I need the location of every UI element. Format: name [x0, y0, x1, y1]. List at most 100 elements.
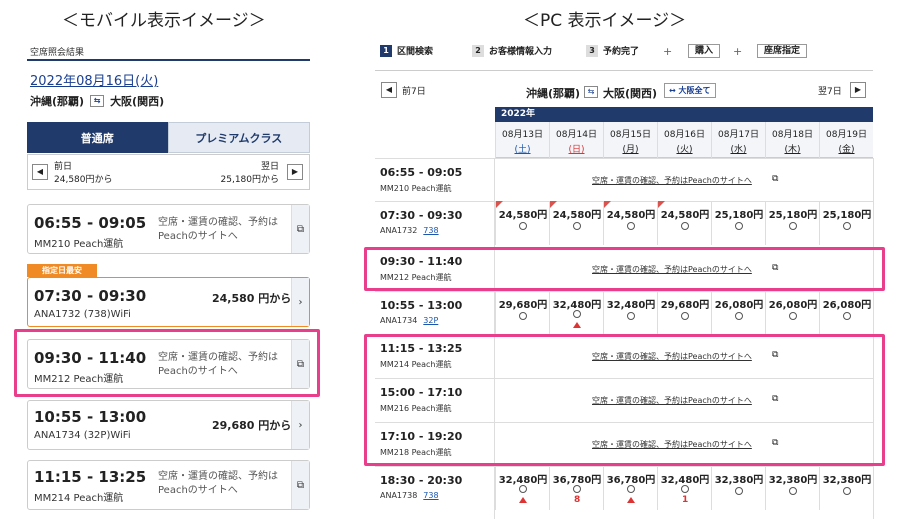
flight-code: ANA1738 [380, 491, 418, 500]
date-column-header[interactable]: 08月13日 (土) [495, 122, 549, 158]
date-column-header[interactable]: 08月17日 (水) [711, 122, 765, 158]
all-osaka-button[interactable]: ↔ 大阪全て [664, 83, 716, 98]
weekday-label: (金) [838, 145, 855, 155]
selected-date-link[interactable]: 2022年08月16日(火) [30, 70, 158, 89]
prev-day-label: 前日 [54, 162, 73, 172]
date-column-header[interactable]: 08月18日 (木) [765, 122, 819, 158]
fare-price: 24,580円 [660, 210, 710, 221]
flight-number: ANA1734 (32P)WiFi [34, 430, 131, 441]
few-seats-icon [627, 497, 635, 503]
flight-card[interactable]: 11:15 - 13:25 MM214 Peach運航 空席・運賃の確認、予約は… [27, 460, 310, 510]
fare-cell[interactable]: 36,780円 8 [549, 466, 603, 510]
highlight-box [364, 247, 885, 291]
step-1: 1 区間検索 [380, 44, 433, 57]
flight-card[interactable]: 07:30 - 09:30 ANA1732 (738)WiFi 24,580 円… [27, 277, 310, 327]
swap-icon[interactable]: ⇆ [584, 86, 598, 98]
year-header: 2022年 [495, 107, 873, 122]
fare-cell[interactable]: 32,480円 [549, 291, 603, 335]
destination: 大阪(関西) [110, 95, 165, 108]
purchase-button[interactable]: 購入 [688, 44, 721, 58]
fare-cell[interactable]: 32,480円 1 [657, 466, 711, 510]
next-7-button[interactable]: ▶ [850, 82, 866, 98]
flight-number: MM210 Peach運航 [34, 239, 124, 250]
weekday-label: (月) [622, 145, 639, 155]
flight-code: ANA1732 [380, 226, 418, 235]
divider [375, 70, 873, 71]
prev-7-button[interactable]: ◀ [381, 82, 397, 98]
flight-card[interactable]: 10:55 - 13:00 ANA1734 (32P)WiFi 29,680 円… [27, 400, 310, 450]
lowest-fare-badge: 指定日最安 [27, 264, 97, 277]
highlight-box [364, 334, 885, 466]
day-nav: ◀ 前日 24,580円から 翌日 25,180円から ▶ [27, 154, 310, 190]
title-divider [27, 59, 310, 61]
fare-cell[interactable]: 24,580円 [549, 201, 603, 245]
swap-icon[interactable]: ⇆ [90, 95, 105, 107]
fare-cell[interactable]: 32,480円 [603, 291, 657, 335]
date-column-header[interactable]: 08月16日 (火) [657, 122, 711, 158]
step-2: 2 お客様情報入力 [472, 44, 552, 57]
discount-flag-icon [658, 201, 665, 208]
fare-cell[interactable]: 29,680円 [495, 291, 549, 335]
fare-cell[interactable]: 25,180円 [819, 201, 873, 245]
flight-card[interactable]: 06:55 - 09:05 MM210 Peach運航 空席・運賃の確認、予約は… [27, 204, 310, 254]
flight-number: ANA1732 (738)WiFi [34, 309, 131, 320]
fare-cell[interactable]: 29,680円 [657, 291, 711, 335]
plus-icon: + [733, 45, 743, 58]
fare-cell[interactable]: 25,180円 [711, 201, 765, 245]
aircraft-link[interactable]: 738 [423, 226, 438, 235]
fare-price: 26,080円 [768, 300, 818, 311]
fare-cell[interactable]: 32,380円 [711, 466, 765, 510]
chevron-right-icon[interactable]: › [291, 401, 309, 449]
tab-premium[interactable]: プレミアムクラス [167, 122, 310, 153]
flight-number: ANA1738 738 [380, 491, 439, 500]
step-3: 3 予約完了 [586, 44, 639, 57]
fare-price: 32,480円 [606, 300, 656, 311]
date-label: 08月13日 [502, 130, 543, 140]
peach-site-link[interactable]: 空席・運賃の確認、予約はPeachのサイトへ [592, 175, 752, 186]
tab-economy[interactable]: 普通席 [27, 122, 168, 153]
aircraft-link[interactable]: 738 [423, 491, 438, 500]
external-link-icon[interactable]: ⧉ [291, 461, 309, 509]
fare-price: 36,780円 [606, 475, 656, 486]
available-icon [843, 312, 851, 320]
fare-cell[interactable]: 25,180円 [765, 201, 819, 245]
fare-cell[interactable]: 26,080円 [819, 291, 873, 335]
fare-cell[interactable]: 26,080円 [711, 291, 765, 335]
date-column-header[interactable]: 08月19日 (金) [819, 122, 873, 158]
fare-cell[interactable]: 36,780円 [603, 466, 657, 510]
weekday-label: (日) [568, 145, 585, 155]
available-icon [573, 310, 581, 318]
prev-day-button[interactable]: ◀ [32, 164, 48, 180]
seat-select-button[interactable]: 座席指定 [757, 44, 808, 58]
fare-cell[interactable]: 24,580円 [657, 201, 711, 245]
fare-price: 36,780円 [552, 475, 602, 486]
available-icon [519, 485, 527, 493]
fare-price: 26,080円 [714, 300, 764, 311]
fare-cell[interactable]: 32,480円 [495, 466, 549, 510]
fare-price: 32,480円 [660, 475, 710, 486]
flight-number: ANA1732 738 [380, 226, 439, 235]
date-column-header[interactable]: 08月14日 (日) [549, 122, 603, 158]
date-column-header[interactable]: 08月15日 (月) [603, 122, 657, 158]
fare-cell[interactable]: 24,580円 [495, 201, 549, 245]
date-header: 08月13日 (土) 08月14日 (日) 08月15日 (月) 08月16日 (火) 08月1… [495, 122, 873, 158]
available-icon [789, 222, 797, 230]
aircraft-link[interactable]: 32P [423, 316, 438, 325]
fare-cell[interactable]: 32,380円 [819, 466, 873, 510]
next-day-button[interactable]: ▶ [287, 164, 303, 180]
external-link-icon[interactable]: ⧉ [291, 205, 309, 253]
available-icon [789, 312, 797, 320]
chevron-right-icon[interactable]: › [291, 278, 309, 326]
flight-time: 10:55 - 13:00 [380, 299, 463, 312]
available-icon [843, 222, 851, 230]
date-label: 08月18日 [772, 130, 813, 140]
fare-price: 26,080円 [822, 300, 872, 311]
fare-price: 29,680円 [660, 300, 710, 311]
fare-cell[interactable]: 24,580円 [603, 201, 657, 245]
fare-price: 24,580 円から [212, 292, 292, 305]
discount-flag-icon [604, 201, 611, 208]
available-icon [735, 487, 743, 495]
fare-cell[interactable]: 26,080円 [765, 291, 819, 335]
available-icon [735, 312, 743, 320]
fare-cell[interactable]: 32,380円 [765, 466, 819, 510]
